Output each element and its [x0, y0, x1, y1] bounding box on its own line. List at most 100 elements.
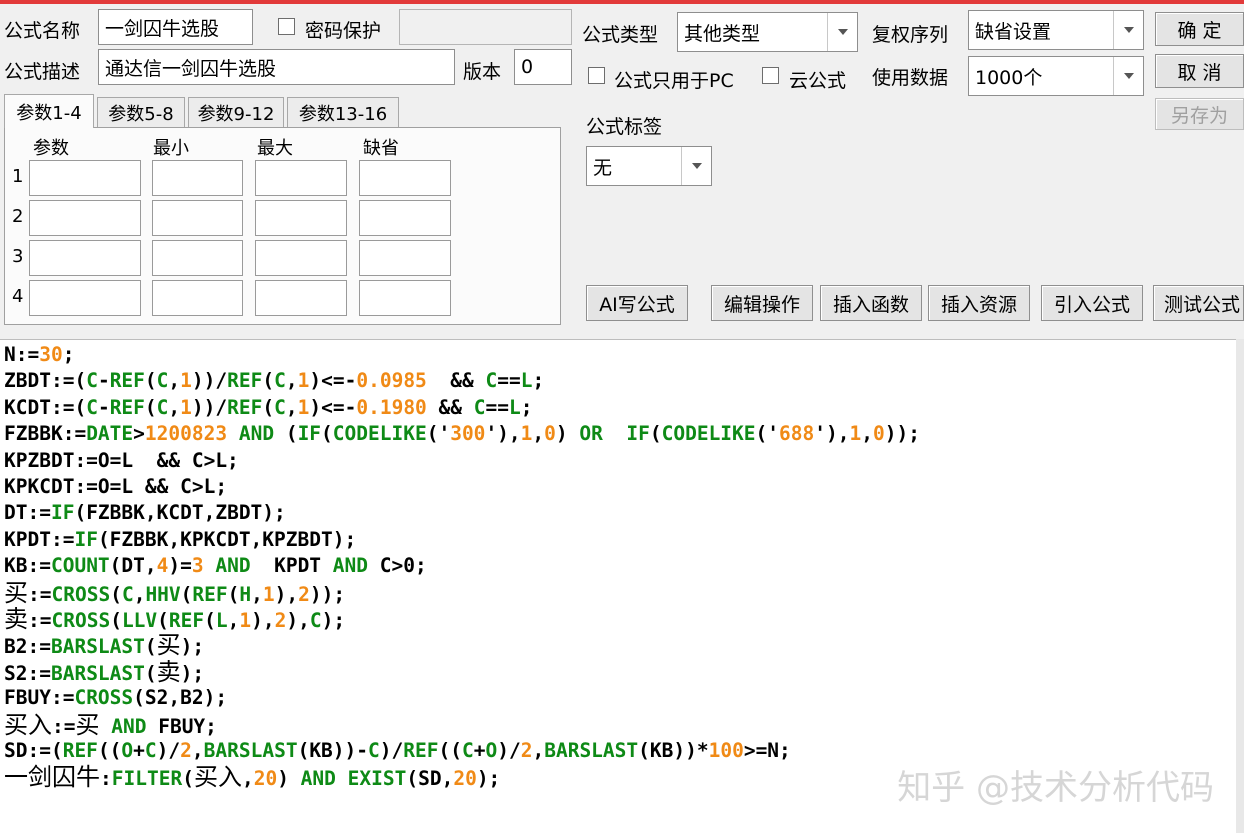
param-3-min[interactable] [152, 240, 243, 276]
cloud-formula-checkbox[interactable] [762, 67, 779, 84]
code-token: FBUY; [146, 714, 217, 738]
ok-button[interactable]: 确 定 [1155, 12, 1244, 46]
code-line: DT:=IF(FZBBK,KCDT,ZBDT); [4, 500, 286, 526]
code-token: L [509, 395, 521, 419]
code-token: 20 [453, 767, 477, 791]
password-input[interactable] [399, 9, 572, 45]
test-formula-button[interactable]: 测试公式 [1153, 285, 1244, 321]
code-token: ), [251, 609, 275, 632]
param-3-default[interactable] [359, 240, 451, 276]
code-line: KCDT:=(C-REF(C,1))/REF(C,1)<=-0.1980 && … [4, 395, 533, 421]
code-token: ) [555, 422, 580, 446]
code-token: ( [144, 395, 157, 419]
code-token: == [485, 395, 510, 419]
ai-write-formula-button[interactable]: AI写公式 [586, 285, 688, 321]
code-token: REF [403, 739, 439, 762]
param-1-name[interactable] [29, 160, 141, 196]
tab-params-13-16[interactable]: 参数13-16 [287, 97, 399, 127]
version-input[interactable]: 0 [514, 49, 572, 85]
code-token: ))/ [191, 395, 228, 419]
restore-seq-select[interactable]: 缺省设置 [968, 10, 1144, 50]
code-token: 100 [708, 739, 744, 762]
code-token: ) [277, 767, 301, 791]
formula-type-select[interactable]: 其他类型 [677, 12, 858, 52]
code-token: (( [97, 739, 122, 762]
param-row-number: 4 [12, 286, 24, 307]
param-3-name[interactable] [29, 240, 141, 276]
code-token: C [274, 369, 286, 393]
chevron-down-icon [681, 147, 711, 185]
param-1-default[interactable] [359, 160, 451, 196]
code-token: ( [204, 609, 216, 632]
code-token: )<=- [309, 395, 357, 419]
code-line: 买:=CROSS(C,HHV(REF(H,1),2)); [4, 580, 345, 606]
param-2-name[interactable] [29, 200, 141, 236]
param-2-min[interactable] [152, 200, 243, 236]
code-token: ( [262, 395, 275, 419]
cancel-button[interactable]: 取 消 [1155, 54, 1244, 88]
insert-function-button[interactable]: 插入函数 [820, 285, 922, 321]
edit-operations-button[interactable]: 编辑操作 [711, 285, 813, 321]
param-4-name[interactable] [29, 280, 141, 316]
code-token: C [156, 395, 169, 419]
param-4-min[interactable] [152, 280, 243, 316]
pc-only-checkbox[interactable] [588, 67, 605, 84]
formula-tag-label: 公式标签 [586, 116, 663, 138]
code-token: IF [297, 422, 322, 446]
editor-scrollbar[interactable] [1236, 339, 1244, 833]
code-token: C [485, 369, 498, 393]
code-token: CROSS [51, 609, 111, 632]
formula-name-input[interactable]: 一剑囚牛选股 [98, 9, 253, 45]
code-token: S2:= [4, 661, 51, 685]
save-as-button[interactable]: 另存为 [1155, 98, 1244, 130]
code-token: AND [300, 767, 336, 791]
code-token: , [168, 395, 181, 419]
use-data-value: 1000个 [975, 66, 1043, 89]
code-editor[interactable]: N:=30; ZBDT:=(C-REF(C,1))/REF(C,1)<=-0.09… [0, 339, 1236, 833]
pc-only-label: 公式只用于PC [614, 70, 734, 92]
param-1-max[interactable] [255, 160, 347, 196]
code-token: ); [180, 635, 205, 659]
code-token: REF [168, 609, 205, 632]
code-token: IF [74, 527, 98, 551]
code-token: DT:= [4, 501, 51, 525]
code-token: && [426, 369, 486, 393]
tab-params-9-12[interactable]: 参数9-12 [188, 97, 284, 127]
code-token: 1 [239, 609, 252, 632]
param-3-max[interactable] [255, 240, 347, 276]
code-token: ( [144, 635, 157, 659]
code-token: DATE [86, 422, 134, 446]
formula-type-label: 公式类型 [582, 24, 659, 46]
import-formula-button[interactable]: 引入公式 [1041, 285, 1143, 321]
param-2-default[interactable] [359, 200, 451, 236]
code-token: COUNT [50, 554, 110, 578]
code-token: O [485, 739, 498, 762]
formula-desc-input[interactable]: 通达信一剑囚牛选股 [98, 49, 455, 85]
code-token: 1200823 [144, 422, 228, 446]
code-token: 300 [450, 422, 486, 446]
param-2-max[interactable] [255, 200, 347, 236]
code-token: EXIST [347, 767, 407, 791]
code-token: FILTER [111, 767, 183, 791]
password-checkbox[interactable] [278, 18, 295, 35]
use-data-select[interactable]: 1000个 [968, 56, 1144, 96]
param-4-max[interactable] [255, 280, 347, 316]
tab-params-1-4[interactable]: 参数1-4 [4, 94, 94, 128]
formula-tag-select[interactable]: 无 [586, 146, 712, 186]
param-4-default[interactable] [359, 280, 451, 316]
param-1-min[interactable] [152, 160, 243, 196]
code-token: 2 [520, 739, 533, 762]
code-token: AND [215, 554, 251, 578]
code-token: )); [884, 422, 920, 446]
tab-params-5-8[interactable]: 参数5-8 [97, 97, 185, 127]
code-token: := [28, 609, 52, 632]
chevron-down-icon [1113, 11, 1143, 49]
code-token: REF [192, 582, 228, 606]
code-token: (S2,B2); [133, 686, 228, 710]
code-token: OR [579, 422, 603, 446]
code-token: > [133, 422, 145, 446]
insert-resource-button[interactable]: 插入资源 [928, 285, 1030, 321]
